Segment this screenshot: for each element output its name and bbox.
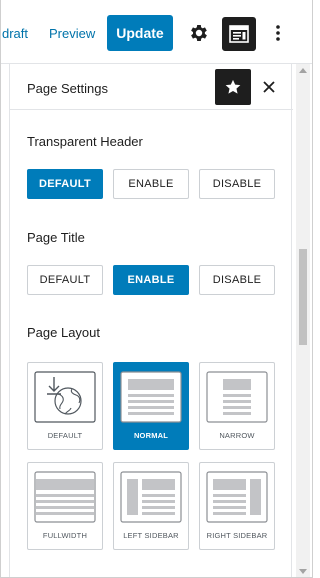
layout-fullwidth-option[interactable]: FULLWIDTH bbox=[27, 462, 103, 550]
transparent-header-enable-option[interactable]: ENABLE bbox=[113, 169, 189, 199]
layout-fullwidth-icon bbox=[34, 471, 96, 523]
page-settings-panel: Page Settings Transparent Header DEFAULT… bbox=[9, 64, 293, 578]
layout-default-option[interactable]: DEFAULT bbox=[27, 362, 103, 450]
transparent-header-default-option[interactable]: DEFAULT bbox=[27, 169, 103, 199]
layout-normal-label: NORMAL bbox=[133, 431, 169, 440]
page-layout-label: Page Layout bbox=[27, 325, 101, 340]
gear-icon[interactable] bbox=[188, 22, 210, 44]
transparent-header-disable-option[interactable]: DISABLE bbox=[199, 169, 275, 199]
page-title-disable-option[interactable]: DISABLE bbox=[199, 265, 275, 295]
scroll-up-arrow-icon[interactable] bbox=[299, 68, 307, 73]
layout-left-sidebar-label: LEFT SIDEBAR bbox=[123, 531, 179, 540]
astra-settings-icon bbox=[229, 25, 249, 43]
scroll-thumb[interactable] bbox=[299, 249, 307, 345]
layout-narrow-label: NARROW bbox=[219, 431, 255, 440]
globe-download-icon bbox=[34, 371, 96, 423]
transparent-header-label: Transparent Header bbox=[27, 134, 143, 149]
save-draft-link[interactable]: draft bbox=[2, 26, 28, 41]
layout-right-sidebar-option[interactable]: RIGHT SIDEBAR bbox=[199, 462, 275, 550]
panel-scrollbar[interactable] bbox=[296, 64, 310, 578]
layout-right-sidebar-label: RIGHT SIDEBAR bbox=[206, 531, 268, 540]
close-icon bbox=[263, 81, 275, 93]
update-button[interactable]: Update bbox=[107, 15, 173, 51]
close-button[interactable] bbox=[258, 76, 280, 98]
page-title-enable-option[interactable]: ENABLE bbox=[113, 265, 189, 295]
pin-button[interactable] bbox=[215, 69, 251, 105]
layout-narrow-option[interactable]: NARROW bbox=[199, 362, 275, 450]
page-title-default-option[interactable]: DEFAULT bbox=[27, 265, 103, 295]
page-title-label: Page Title bbox=[27, 230, 85, 245]
preview-link[interactable]: Preview bbox=[49, 26, 95, 41]
panel-title: Page Settings bbox=[27, 81, 108, 96]
editor-toolbar: draft Preview Update bbox=[0, 0, 313, 64]
layout-right-sidebar-icon bbox=[206, 471, 268, 523]
layout-narrow-icon bbox=[206, 371, 268, 423]
layout-left-sidebar-icon bbox=[120, 471, 182, 523]
star-icon bbox=[225, 79, 241, 94]
scroll-down-arrow-icon[interactable] bbox=[299, 569, 307, 574]
more-vertical-icon[interactable] bbox=[270, 22, 286, 44]
layout-default-label: DEFAULT bbox=[47, 431, 83, 440]
layout-fullwidth-label: FULLWIDTH bbox=[42, 531, 88, 540]
layout-normal-option[interactable]: NORMAL bbox=[113, 362, 189, 450]
panel-header: Page Settings bbox=[10, 64, 293, 110]
layout-normal-icon bbox=[120, 371, 182, 423]
layout-left-sidebar-option[interactable]: LEFT SIDEBAR bbox=[113, 462, 189, 550]
astra-settings-button[interactable] bbox=[222, 17, 256, 51]
